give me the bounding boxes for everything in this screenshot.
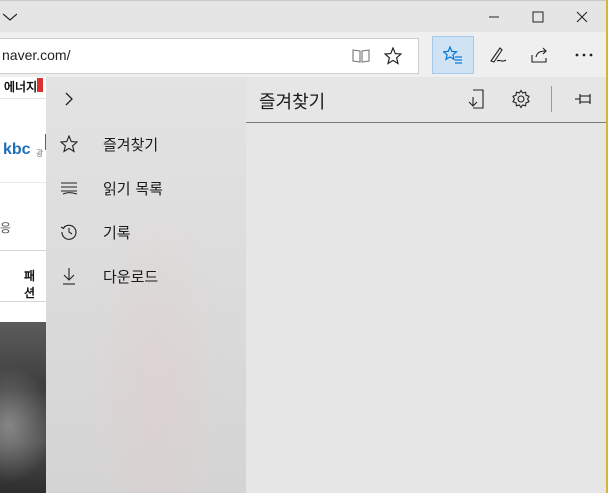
settings-gear-icon[interactable] (509, 87, 533, 111)
hub-button[interactable] (432, 36, 474, 74)
hub-nav-reading-list[interactable]: 읽기 목록 (46, 166, 246, 210)
hub-nav-label: 기록 (103, 223, 131, 242)
page-divider (0, 182, 46, 183)
page-tab[interactable]: 패션 (0, 250, 47, 302)
reading-view-icon[interactable] (350, 45, 372, 67)
more-menu-icon[interactable] (566, 36, 602, 74)
maximize-button[interactable] (520, 1, 556, 33)
toolbar-separator (551, 86, 552, 112)
hub-nav-history[interactable]: 기록 (46, 210, 246, 254)
page-brand-text: kbc (3, 141, 31, 158)
hub-star-icon (443, 46, 462, 64)
pin-pane-icon[interactable] (572, 87, 596, 111)
star-icon (59, 134, 79, 154)
close-button[interactable] (564, 1, 600, 33)
web-note-pen-icon[interactable] (480, 36, 516, 74)
reading-list-icon (59, 178, 79, 198)
share-icon[interactable] (522, 36, 558, 74)
page-brand-suffix: 광 (36, 149, 44, 158)
tab-list-chevron-icon[interactable] (0, 1, 20, 33)
address-bar-row: naver.com/ (0, 32, 606, 77)
page-tab-label: 패션 (24, 269, 36, 300)
hub-nav-favorites[interactable]: 즐겨찾기 (46, 122, 246, 166)
page-divider (0, 98, 46, 99)
minimize-button[interactable] (476, 1, 512, 33)
hub-nav-pane: 즐겨찾기 읽기 목록 기록 다운로드 (46, 77, 246, 493)
page-logo-mark (37, 78, 43, 92)
url-text: naver.com/ (2, 47, 71, 63)
hub-nav-label: 읽기 목록 (103, 179, 163, 198)
hub-nav-downloads[interactable]: 다운로드 (46, 254, 246, 298)
hub-pane-title: 즐겨찾기 (259, 92, 326, 113)
hub-nav-label: 다운로드 (103, 267, 159, 286)
page-logo-text: 에너지 (4, 80, 38, 94)
add-favorite-star-icon[interactable] (382, 45, 404, 67)
address-field[interactable]: naver.com/ (0, 38, 419, 74)
collapse-chevron-icon[interactable] (59, 89, 79, 109)
title-bar (0, 0, 606, 33)
download-icon (59, 266, 79, 286)
hub-nav-label: 즐겨찾기 (103, 135, 159, 154)
import-favorites-icon[interactable] (465, 87, 489, 111)
page-side-text: 응 (0, 221, 12, 235)
hub-content-pane: 즐겨찾기 (246, 77, 606, 493)
history-icon (59, 222, 79, 242)
hub-pane-header-divider (246, 122, 606, 123)
